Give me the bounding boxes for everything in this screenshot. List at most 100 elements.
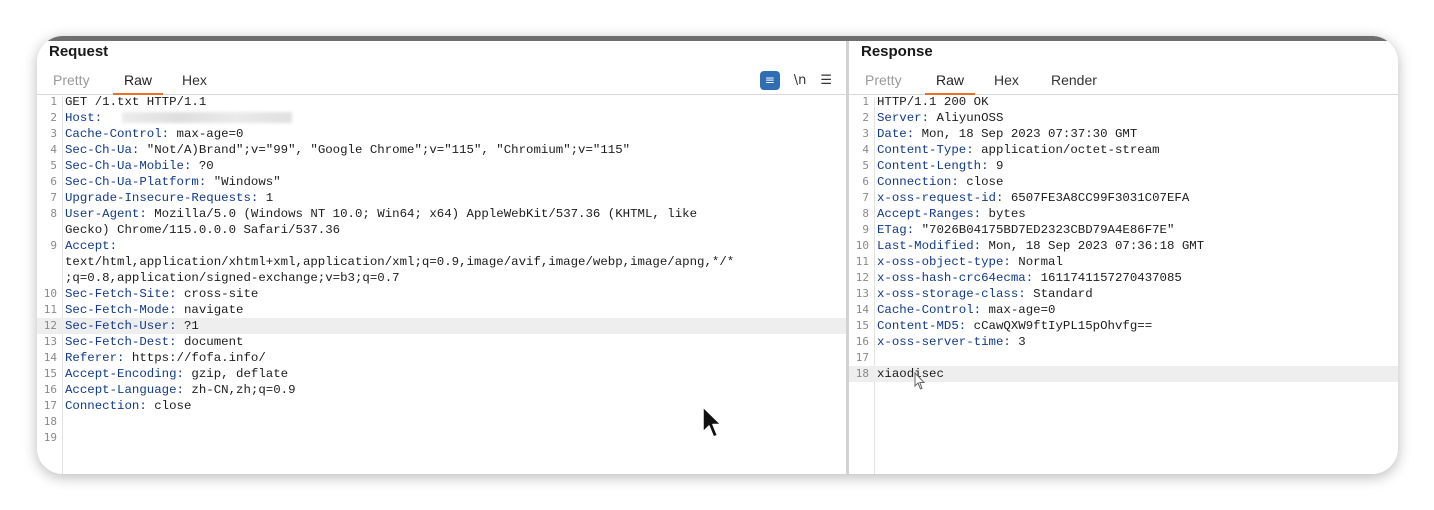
code-line[interactable]: 14 Cache-Control: max-age=0	[849, 302, 1398, 318]
code-line[interactable]: 4 Sec-Ch-Ua: "Not/A)Brand";v="99", "Googl…	[37, 142, 846, 158]
line-text: Accept-Language: zh-CN,zh;q=0.9	[65, 382, 296, 398]
header-value: Mon, 18 Sep 2023 07:36:18 GMT	[981, 239, 1205, 253]
code-line[interactable]: 4 Content-Type: application/octet-stream	[849, 142, 1398, 158]
response-editor[interactable]: 1 HTTP/1.1 200 OK 2 Server: AliyunOSS 3 Date:…	[849, 94, 1398, 474]
code-line[interactable]: 6 Connection: close	[849, 174, 1398, 190]
line-number: 5	[862, 159, 869, 172]
code-line[interactable]: 8 Accept-Ranges: bytes	[849, 206, 1398, 222]
header-name: x-oss-storage-class:	[877, 287, 1026, 301]
header-name: Content-Length:	[877, 159, 989, 173]
hamburger-menu-icon[interactable]: ☰	[820, 73, 832, 88]
header-value: navigate	[176, 303, 244, 317]
line-number: 12	[43, 319, 57, 332]
burp-repeater-window: Request Pretty Raw Hex ≡ \n ☰ 1 GET /1.tx…	[37, 36, 1398, 474]
header-name: Sec-Ch-Ua-Platform:	[65, 175, 207, 189]
request-title: Request	[49, 43, 109, 60]
code-line[interactable]: 18	[37, 414, 846, 430]
line-number: 15	[855, 319, 869, 332]
request-editor[interactable]: 1 GET /1.txt HTTP/1.1 2 Host: 3 Cache-Control…	[37, 94, 846, 474]
line-number: 8	[862, 207, 869, 220]
show-newlines-button[interactable]: \n	[794, 73, 807, 88]
code-line[interactable]: 2 Host:	[37, 110, 846, 126]
line-text: Sec-Fetch-Site: cross-site	[65, 286, 258, 302]
header-value: xiaodisec	[877, 367, 944, 381]
code-line[interactable]: 19	[37, 430, 846, 446]
tab-hex[interactable]: Hex	[994, 71, 1019, 93]
header-value: 9	[988, 159, 1004, 173]
code-line[interactable]: 7 Upgrade-Insecure-Requests: 1	[37, 190, 846, 206]
code-line[interactable]: 3 Cache-Control: max-age=0	[37, 126, 846, 142]
tab-pretty[interactable]: Pretty	[53, 71, 90, 93]
code-line[interactable]: Gecko) Chrome/115.0.0.0 Safari/537.36	[37, 222, 846, 238]
code-line[interactable]: 3 Date: Mon, 18 Sep 2023 07:37:30 GMT	[849, 126, 1398, 142]
code-line[interactable]: 15 Accept-Encoding: gzip, deflate	[37, 366, 846, 382]
header-value: Gecko) Chrome/115.0.0.0 Safari/537.36	[65, 223, 341, 237]
line-number: 1	[862, 95, 869, 108]
header-name: Sec-Fetch-User:	[65, 319, 177, 333]
wrap-lines-icon[interactable]: ≡	[759, 70, 780, 90]
tab-raw[interactable]: Raw	[113, 71, 164, 95]
tab-pretty[interactable]: Pretty	[865, 71, 902, 93]
line-text: User-Agent: Mozilla/5.0 (Windows NT 10.0…	[65, 206, 697, 222]
code-line[interactable]: 7 x-oss-request-id: 6507FE3A8CC99F3031C07…	[849, 190, 1398, 206]
line-number: 16	[43, 383, 57, 396]
line-text: Sec-Ch-Ua: "Not/A)Brand";v="99", "Google…	[65, 142, 630, 158]
line-text: Sec-Fetch-Mode: navigate	[65, 302, 243, 318]
header-value: bytes	[981, 207, 1026, 221]
code-line[interactable]: 14 Referer: https://fofa.info/	[37, 350, 846, 366]
code-line[interactable]: 8 User-Agent: Mozilla/5.0 (Windows NT 10.…	[37, 206, 846, 222]
header-value: ;q=0.8,application/signed-exchange;v=b3;…	[65, 271, 400, 285]
line-text: x-oss-hash-crc64ecma: 161174115727043708…	[877, 270, 1182, 286]
line-text: Connection: close	[877, 174, 1003, 190]
line-number: 12	[855, 271, 869, 284]
header-name: Sec-Fetch-Dest:	[65, 335, 177, 349]
code-line[interactable]: 12 Sec-Fetch-User: ?1	[37, 318, 846, 334]
line-number: 6	[862, 175, 869, 188]
header-value: 3	[1010, 335, 1026, 349]
code-line[interactable]: text/html,application/xhtml+xml,applicat…	[37, 254, 846, 270]
code-line[interactable]: 5 Content-Length: 9	[849, 158, 1398, 174]
code-line[interactable]: 10 Sec-Fetch-Site: cross-site	[37, 286, 846, 302]
code-line[interactable]: 6 Sec-Ch-Ua-Platform: "Windows"	[37, 174, 846, 190]
line-text: Accept:	[65, 238, 117, 254]
code-line[interactable]: 13 Sec-Fetch-Dest: document	[37, 334, 846, 350]
header-value: zh-CN,zh;q=0.9	[183, 383, 296, 397]
line-number: 5	[50, 159, 57, 172]
code-line[interactable]: 12 x-oss-hash-crc64ecma: 1611741157270437…	[849, 270, 1398, 286]
code-line[interactable]: 17	[849, 350, 1398, 366]
line-text: Content-Type: application/octet-stream	[877, 142, 1160, 158]
code-line[interactable]: 13 x-oss-storage-class: Standard	[849, 286, 1398, 302]
header-name: Sec-Fetch-Mode:	[65, 303, 177, 317]
header-value: max-age=0	[981, 303, 1056, 317]
line-number: 18	[43, 415, 57, 428]
line-text: Connection: close	[65, 398, 191, 414]
header-name: Accept-Encoding:	[65, 367, 184, 381]
code-line[interactable]: 9 Accept:	[37, 238, 846, 254]
header-value: "Windows"	[206, 175, 281, 189]
line-text: Sec-Ch-Ua-Mobile: ?0	[65, 158, 214, 174]
code-line[interactable]: 5 Sec-Ch-Ua-Mobile: ?0	[37, 158, 846, 174]
code-line[interactable]: ;q=0.8,application/signed-exchange;v=b3;…	[37, 270, 846, 286]
tab-raw[interactable]: Raw	[925, 71, 976, 95]
code-line[interactable]: 1 GET /1.txt HTTP/1.1	[37, 94, 846, 110]
line-text: Server: AliyunOSS	[877, 110, 1003, 126]
code-line[interactable]: 18 xiaodisec	[849, 366, 1398, 382]
header-value: text/html,application/xhtml+xml,applicat…	[65, 255, 735, 269]
code-line[interactable]: 17 Connection: close	[37, 398, 846, 414]
tab-hex[interactable]: Hex	[182, 71, 207, 93]
code-line[interactable]: 15 Content-MD5: cCawQXW9ftIyPL15pOhvfg==	[849, 318, 1398, 334]
code-line[interactable]: 11 x-oss-object-type: Normal	[849, 254, 1398, 270]
header-name: Upgrade-Insecure-Requests:	[65, 191, 259, 205]
code-line[interactable]: 1 HTTP/1.1 200 OK	[849, 94, 1398, 110]
header-value: 6507FE3A8CC99F3031C07EFA	[1003, 191, 1190, 205]
code-line[interactable]: 2 Server: AliyunOSS	[849, 110, 1398, 126]
tab-render[interactable]: Render	[1051, 71, 1097, 93]
code-line[interactable]: 9 ETag: "7026B04175BD7ED2323CBD79A4E86F7E…	[849, 222, 1398, 238]
code-line[interactable]: 16 x-oss-server-time: 3	[849, 334, 1398, 350]
code-line[interactable]: 11 Sec-Fetch-Mode: navigate	[37, 302, 846, 318]
code-line[interactable]: 10 Last-Modified: Mon, 18 Sep 2023 07:36:…	[849, 238, 1398, 254]
header-name: Date:	[877, 127, 915, 141]
line-number: 17	[43, 399, 57, 412]
code-line[interactable]: 16 Accept-Language: zh-CN,zh;q=0.9	[37, 382, 846, 398]
line-text: Cache-Control: max-age=0	[65, 126, 243, 142]
